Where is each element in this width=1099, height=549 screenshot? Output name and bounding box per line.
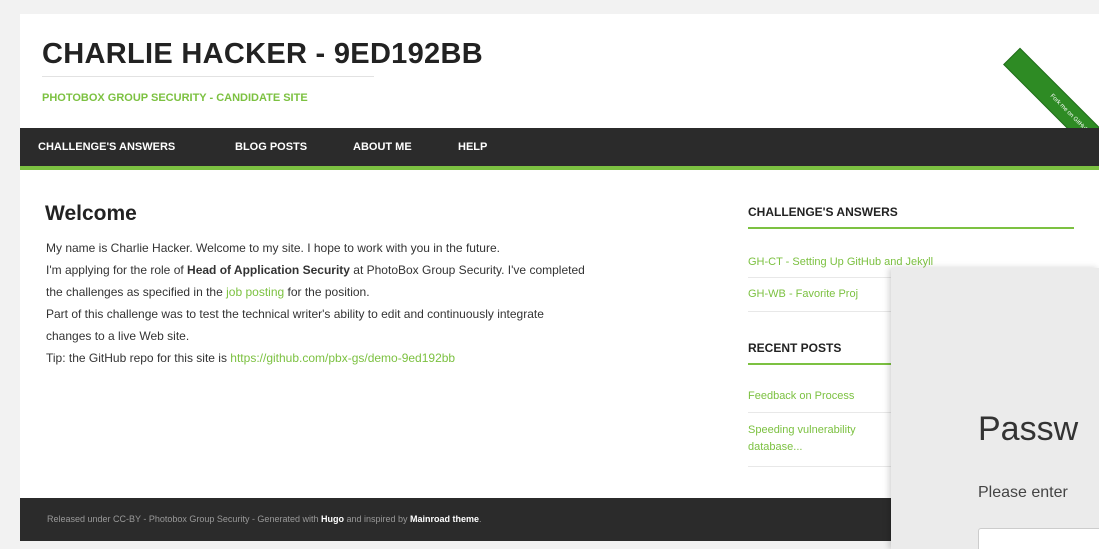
nav-challenges-answers[interactable]: CHALLENGE'S ANSWERS — [38, 128, 175, 166]
password-dialog: Passw Please enter — [891, 268, 1099, 549]
post-title-line: database... — [748, 441, 803, 453]
text: the challenges as specified in the — [46, 285, 227, 299]
nav-blog-posts[interactable]: BLOG POSTS — [235, 128, 307, 166]
sidebar-answer-link[interactable]: GH-WB - Favorite Proj — [748, 286, 858, 303]
text: I'm applying for the role of — [46, 263, 188, 277]
sidebar-heading-rule — [748, 227, 1074, 229]
intro-line-1: My name is Charlie Hacker. Welcome to my… — [46, 241, 500, 255]
password-input[interactable] — [978, 528, 1099, 549]
hugo-link[interactable]: Hugo — [321, 514, 344, 524]
github-repo-link[interactable]: https://github.com/pbx-gs/demo-9ed192bb — [230, 351, 455, 365]
main-content: My name is Charlie Hacker. Welcome to my… — [46, 237, 726, 369]
nav-about-me[interactable]: ABOUT ME — [353, 128, 412, 166]
job-posting-link[interactable]: job posting — [226, 285, 284, 299]
footer-text: Released under CC-BY - Photobox Group Se… — [47, 514, 321, 524]
title-divider — [42, 76, 374, 77]
intro-line-3: the challenges as specified in the job p… — [46, 281, 726, 303]
page-heading: Welcome — [45, 202, 137, 225]
footer-text: . — [479, 514, 482, 524]
intro-line-5: changes to a live Web site. — [46, 329, 190, 343]
main-nav: CHALLENGE'S ANSWERS BLOG POSTS ABOUT ME … — [20, 128, 1099, 170]
footer-text: and inspired by — [343, 514, 411, 524]
text: for the position. — [284, 285, 370, 299]
sidebar-post-link[interactable]: Speeding vulnerability database... — [748, 422, 856, 456]
sidebar-post-link[interactable]: Feedback on Process — [748, 388, 854, 405]
intro-line-4: Part of this challenge was to test the t… — [46, 307, 544, 321]
sidebar-recent-heading: RECENT POSTS — [748, 341, 842, 355]
intro-line-2: I'm applying for the role of Head of App… — [46, 259, 726, 281]
role-title: Head of Application Security — [187, 263, 350, 277]
theme-link[interactable]: Mainroad theme — [410, 514, 479, 524]
intro-line-6: Tip: the GitHub repo for this site is ht… — [46, 347, 726, 369]
post-title-line: Speeding vulnerability — [748, 424, 856, 436]
nav-help[interactable]: HELP — [458, 128, 487, 166]
text: Tip: the GitHub repo for this site is — [46, 351, 231, 365]
sidebar-answers-heading: CHALLENGE'S ANSWERS — [748, 205, 898, 219]
site-tagline: PHOTOBOX GROUP SECURITY - CANDIDATE SITE — [42, 92, 308, 104]
site-title[interactable]: CHARLIE HACKER - 9ED192BB — [42, 38, 483, 71]
text: at PhotoBox Group Security. I've complet… — [349, 263, 585, 277]
dialog-title: Passw — [978, 410, 1079, 448]
dialog-prompt: Please enter — [978, 484, 1068, 501]
